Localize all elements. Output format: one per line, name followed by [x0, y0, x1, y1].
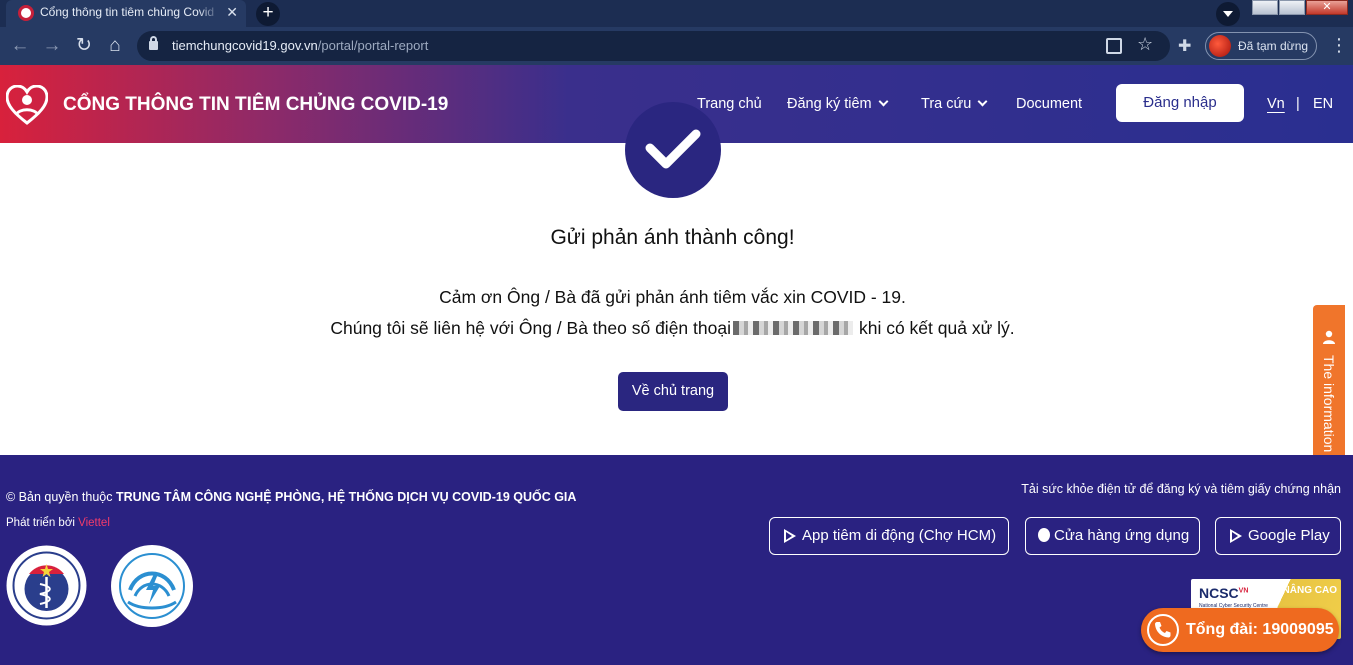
thanks-message: Cảm ơn Ông / Bà đã gửi phản ánh tiêm vắc… — [439, 287, 906, 307]
url-path: /portal/portal-report — [317, 38, 429, 53]
new-tab-button[interactable]: + — [256, 2, 280, 26]
language-vn[interactable]: Vn — [1267, 96, 1285, 112]
back-to-home-button[interactable]: Về chủ trang — [618, 372, 728, 411]
window-maximize-button[interactable] — [1279, 0, 1305, 15]
tab-search-button[interactable] — [1216, 2, 1240, 26]
window-close-button[interactable]: ✕ — [1306, 0, 1348, 15]
window-minimize-button[interactable] — [1252, 0, 1278, 15]
app-download-note: Tải sức khỏe điện tử để đăng ký và tiêm … — [1021, 482, 1341, 496]
forward-arrow-icon[interactable]: → — [41, 35, 63, 57]
developer-link[interactable]: Viettel — [78, 517, 110, 529]
browser-toolbar: ← → ↻ ⌂ tiemchungcovid19.gov.vn/portal/p… — [0, 27, 1353, 65]
person-icon — [1323, 330, 1335, 344]
browser-tab-bar: Cổng thông tin tiêm chủng Covid ✕ + ✕ — [0, 0, 1353, 27]
phone-icon — [1147, 614, 1179, 646]
url-text: tiemchungcovid19.gov.vn/portal/portal-re… — [172, 38, 428, 53]
back-arrow-icon[interactable]: ← — [9, 35, 31, 57]
play-icon — [784, 529, 796, 543]
lock-icon[interactable] — [149, 36, 158, 50]
hotline-button[interactable]: Tổng đài: 19009095 — [1141, 608, 1339, 652]
close-tab-icon[interactable]: ✕ — [226, 0, 238, 24]
ncsc-name: NCSCVN — [1199, 585, 1249, 601]
masked-phone-number — [732, 321, 853, 335]
browser-tab[interactable]: Cổng thông tin tiêm chủng Covid ✕ — [6, 0, 246, 27]
google-play-button[interactable]: Google Play — [1215, 517, 1341, 555]
profile-button[interactable]: Đã tạm dừng — [1205, 32, 1317, 60]
information-tab-label: The information — [1321, 355, 1337, 453]
ministry-of-health-logo — [6, 545, 87, 626]
avatar — [1209, 35, 1231, 57]
nav-register-vaccination[interactable]: Đăng ký tiêm — [787, 96, 889, 112]
login-button[interactable]: Đăng nhập — [1116, 84, 1244, 122]
extensions-icon[interactable]: ✚ — [1178, 36, 1191, 56]
checkmark-icon — [625, 102, 721, 198]
language-en[interactable]: EN — [1313, 96, 1333, 112]
ministry-of-information-logo — [111, 545, 193, 627]
profile-status: Đã tạm dừng — [1238, 39, 1309, 53]
nav-document[interactable]: Document — [1016, 96, 1082, 112]
menu-icon[interactable]: ⋮ — [1330, 35, 1348, 56]
translate-icon[interactable] — [1106, 38, 1122, 54]
copyright-text: © Bản quyền thuộc TRUNG TÂM CÔNG NGHỆ PH… — [6, 490, 577, 504]
contact-message: Chúng tôi sẽ liên hệ với Ông / Bà theo s… — [330, 318, 1015, 338]
home-icon[interactable]: ⌂ — [104, 35, 126, 57]
nav-lookup[interactable]: Tra cứu — [921, 96, 988, 112]
star-icon[interactable]: ☆ — [1137, 34, 1153, 55]
chevron-down-icon — [878, 96, 889, 107]
language-separator: | — [1296, 96, 1300, 112]
site-favicon-icon — [18, 5, 34, 21]
success-title: Gửi phản ánh thành công! — [550, 226, 795, 249]
tab-title: Cổng thông tin tiêm chủng Covid — [40, 5, 215, 19]
site-title[interactable]: CỔNG THÔNG TIN TIÊM CHỦNG COVID-19 — [63, 94, 448, 116]
heart-logo-icon[interactable] — [6, 85, 48, 125]
reload-icon[interactable]: ↻ — [73, 35, 95, 57]
apple-icon — [1038, 528, 1050, 542]
url-domain: tiemchungcovid19.gov.vn — [172, 38, 318, 53]
chevron-down-icon — [977, 96, 988, 107]
developed-by: Phát triển bởi Viettel — [6, 517, 110, 529]
ncsc-level: NÂNG CAO — [1282, 585, 1337, 596]
site-footer: © Bản quyền thuộc TRUNG TÂM CÔNG NGHỆ PH… — [0, 455, 1353, 665]
app-hcm-button[interactable]: App tiêm di động (Chợ HCM) — [769, 517, 1009, 555]
google-play-icon — [1230, 529, 1242, 543]
address-bar[interactable]: tiemchungcovid19.gov.vn/portal/portal-re… — [137, 31, 1170, 61]
app-store-button[interactable]: Cửa hàng ứng dụng — [1025, 517, 1200, 555]
